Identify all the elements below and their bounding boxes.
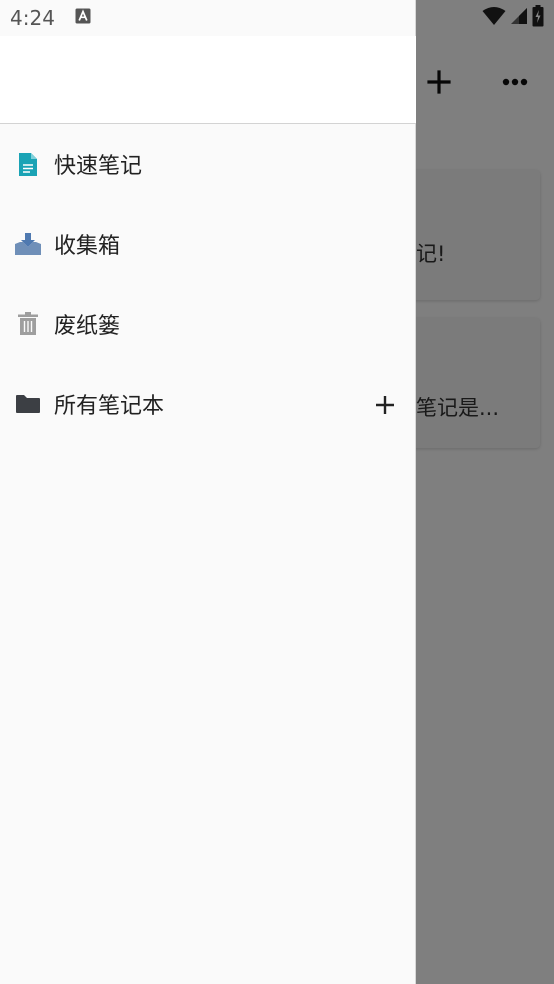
drawer-item-inbox[interactable]: 收集箱 bbox=[0, 204, 416, 284]
drawer-item-trash[interactable]: 废纸篓 bbox=[0, 284, 416, 364]
plus-icon bbox=[376, 396, 394, 414]
status-time: 4:24 bbox=[10, 6, 55, 30]
status-bar: 4:24 bbox=[0, 0, 416, 36]
drawer-item-label: 所有笔记本 bbox=[54, 394, 165, 419]
keyboard-indicator-icon bbox=[75, 8, 91, 28]
drawer-item-label: 快速笔记 bbox=[54, 154, 143, 179]
battery-icon bbox=[532, 5, 544, 31]
add-notebook-button[interactable] bbox=[370, 390, 400, 420]
trash-icon bbox=[14, 310, 42, 338]
drawer-item-label: 废纸篓 bbox=[54, 314, 121, 339]
cell-signal-icon bbox=[510, 7, 528, 29]
document-icon bbox=[14, 150, 42, 178]
screen: 记! 笔记是... 4:24 快速笔记 bbox=[0, 0, 554, 984]
drawer-item-label: 收集箱 bbox=[54, 234, 121, 259]
drawer-item-quick-notes[interactable]: 快速笔记 bbox=[0, 124, 416, 204]
drawer-header bbox=[0, 36, 416, 124]
navigation-drawer: 4:24 快速笔记 收集箱 废纸篓 所有笔记本 bbox=[0, 0, 416, 984]
folder-icon bbox=[14, 390, 42, 418]
inbox-download-icon bbox=[14, 230, 42, 258]
wifi-icon bbox=[482, 6, 506, 30]
drawer-item-all-notebooks[interactable]: 所有笔记本 bbox=[0, 364, 416, 444]
status-icons bbox=[482, 5, 544, 31]
